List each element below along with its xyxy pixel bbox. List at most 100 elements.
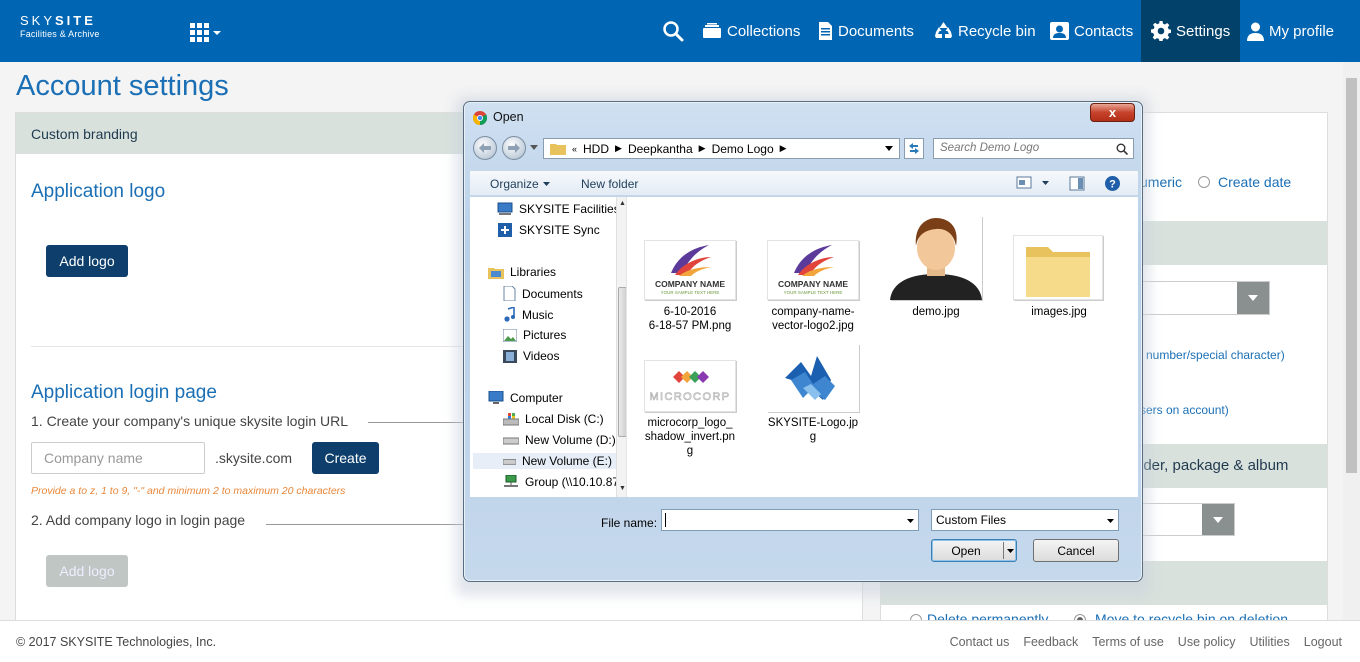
organize-menu[interactable]: Organize (490, 177, 550, 191)
windows-drive-icon (503, 412, 519, 425)
forward-arrow-icon (508, 143, 520, 153)
add-logo-button[interactable]: Add logo (46, 245, 128, 277)
tree-label: New Volume (E:) (521, 454, 612, 468)
company-logo-swoosh-icon (671, 245, 711, 276)
create-button[interactable]: Create (312, 442, 379, 474)
tree-label: Computer (510, 391, 563, 405)
chevron-down-icon (1107, 519, 1114, 523)
footer-link-feedback[interactable]: Feedback (1023, 635, 1078, 649)
music-icon (504, 307, 515, 322)
path-sep-icon[interactable]: ▶ (780, 143, 787, 154)
preview-pane-icon[interactable] (1069, 176, 1085, 191)
right-select-1[interactable] (1141, 281, 1270, 315)
path-sep-icon[interactable]: ▶ (615, 143, 622, 154)
right-select-2[interactable] (1141, 503, 1235, 536)
users-hint: sers on account) (1140, 403, 1229, 417)
scroll-up-icon[interactable]: ▲ (619, 200, 626, 207)
help-icon[interactable]: ? (1104, 175, 1121, 192)
search-icon[interactable] (662, 0, 684, 62)
document-icon (503, 286, 516, 301)
nav-documents-label: Documents (838, 22, 914, 40)
path-sep-icon[interactable]: ▶ (699, 143, 706, 154)
nav-settings-label: Settings (1176, 22, 1231, 40)
create-date-radio[interactable] (1198, 176, 1210, 188)
page-scrollbar[interactable] (1343, 62, 1360, 620)
microcorp-logo-icon (673, 371, 709, 383)
file-name-label: demo.jpg (912, 306, 960, 318)
nav-contacts[interactable]: Contacts (1050, 0, 1133, 62)
nav-collections[interactable]: Collections (702, 0, 800, 62)
step1-label: 1. Create your company's unique skysite … (31, 413, 349, 429)
forward-button[interactable] (502, 136, 526, 160)
tree-item-libraries[interactable]: Libraries (488, 265, 556, 279)
path-overflow[interactable]: « (572, 144, 577, 154)
tree-label: SKYSITE Sync (519, 223, 600, 237)
file-name-label: microcorp_logo_ shadow_invert.pn g (644, 417, 736, 457)
address-dropdown-icon[interactable] (885, 146, 893, 151)
address-bar[interactable]: « HDD ▶ Deepkantha ▶ Demo Logo ▶ (543, 138, 900, 159)
footer-link-contact[interactable]: Contact us (950, 635, 1010, 649)
file-name-input[interactable] (661, 509, 919, 531)
tree-item-videos[interactable]: Videos (503, 349, 559, 363)
application-logo-title: Application logo (31, 181, 166, 202)
footer-links: Contact us Feedback Terms of use Use pol… (950, 635, 1342, 649)
dialog-title: Open (493, 110, 524, 124)
tree-item-new-volume-d[interactable]: New Volume (D:) (503, 433, 616, 447)
company-name-input[interactable] (31, 442, 205, 474)
nav-my-profile[interactable]: My profile (1247, 0, 1334, 62)
thumbnail-logo-sub: YOUR SAMPLE TEXT HERE (783, 290, 843, 295)
split-divider (1003, 542, 1004, 559)
tree-item-computer[interactable]: Computer (488, 391, 563, 405)
back-button[interactable] (473, 136, 497, 160)
tree-item-pictures[interactable]: Pictures (503, 328, 566, 342)
path-demo-logo[interactable]: Demo Logo (712, 142, 774, 156)
nav-settings[interactable]: Settings (1141, 0, 1241, 62)
chevron-down-icon (1042, 180, 1049, 185)
svg-text:?: ? (1109, 179, 1116, 191)
tree-item-skysite-facilities[interactable]: SKYSITE Facilities (497, 202, 620, 216)
drive-icon (503, 437, 519, 444)
footer-link-use-policy[interactable]: Use policy (1178, 635, 1236, 649)
tree-item-skysite-sync[interactable]: SKYSITE Sync (497, 223, 600, 237)
chevron-down-icon[interactable] (1007, 549, 1014, 553)
tree-item-documents[interactable]: Documents (503, 286, 583, 301)
nav-collections-label: Collections (727, 22, 801, 40)
nav-profile-label: My profile (1269, 22, 1335, 40)
dialog-search-input[interactable]: Search Demo Logo (933, 138, 1134, 159)
file-type-select[interactable]: Custom Files (931, 509, 1119, 531)
path-hdd[interactable]: HDD (583, 142, 609, 156)
history-dropdown-icon[interactable] (530, 145, 538, 150)
new-folder-button[interactable]: New folder (581, 177, 638, 191)
dialog-close-button[interactable]: x (1090, 103, 1135, 122)
tree-item-group-network[interactable]: Group (\\10.10.87 (503, 475, 619, 489)
tree-label: Libraries (510, 265, 557, 279)
footer-link-terms[interactable]: Terms of use (1092, 635, 1164, 649)
page-scrollbar-thumb[interactable] (1346, 78, 1357, 473)
tree-item-new-volume-e[interactable]: New Volume (E:) (473, 453, 616, 469)
open-button[interactable]: Open (931, 539, 1017, 562)
footer-link-utilities[interactable]: Utilities (1249, 635, 1289, 649)
path-deepkantha[interactable]: Deepkantha (628, 142, 693, 156)
dialog-bottom-bar: File name: Custom Files Open Cancel (470, 497, 1138, 581)
folder-image-icon (1026, 247, 1090, 297)
brand-name-bold: SITE (55, 13, 96, 28)
refresh-button[interactable] (904, 138, 924, 159)
dialog-toolbar: Organize New folder ? (470, 170, 1138, 196)
apps-grid-icon[interactable] (190, 22, 222, 42)
footer-link-logout[interactable]: Logout (1304, 635, 1342, 649)
skysite-logo[interactable]: SKYSITE Facilities & Archive (20, 14, 100, 40)
file-thumbnail (890, 216, 982, 300)
add-logo-login-button: Add logo (46, 555, 128, 587)
tree-item-local-disk-c[interactable]: Local Disk (C:) (503, 412, 604, 426)
scroll-down-icon[interactable]: ▼ (619, 485, 626, 492)
cancel-button[interactable]: Cancel (1033, 539, 1119, 562)
step2-label: 2. Add company logo in login page (31, 512, 246, 528)
tree-item-music[interactable]: Music (503, 307, 553, 322)
nav-documents[interactable]: Documents (818, 0, 914, 62)
refresh-icon (909, 143, 919, 154)
thumbnail-logo-text: COMPANY NAME (654, 279, 726, 289)
nav-recycle-bin[interactable]: Recycle bin (934, 0, 1036, 62)
tree-label: Music (522, 307, 554, 322)
user-icon (1247, 22, 1264, 41)
view-options[interactable] (1016, 176, 1049, 189)
